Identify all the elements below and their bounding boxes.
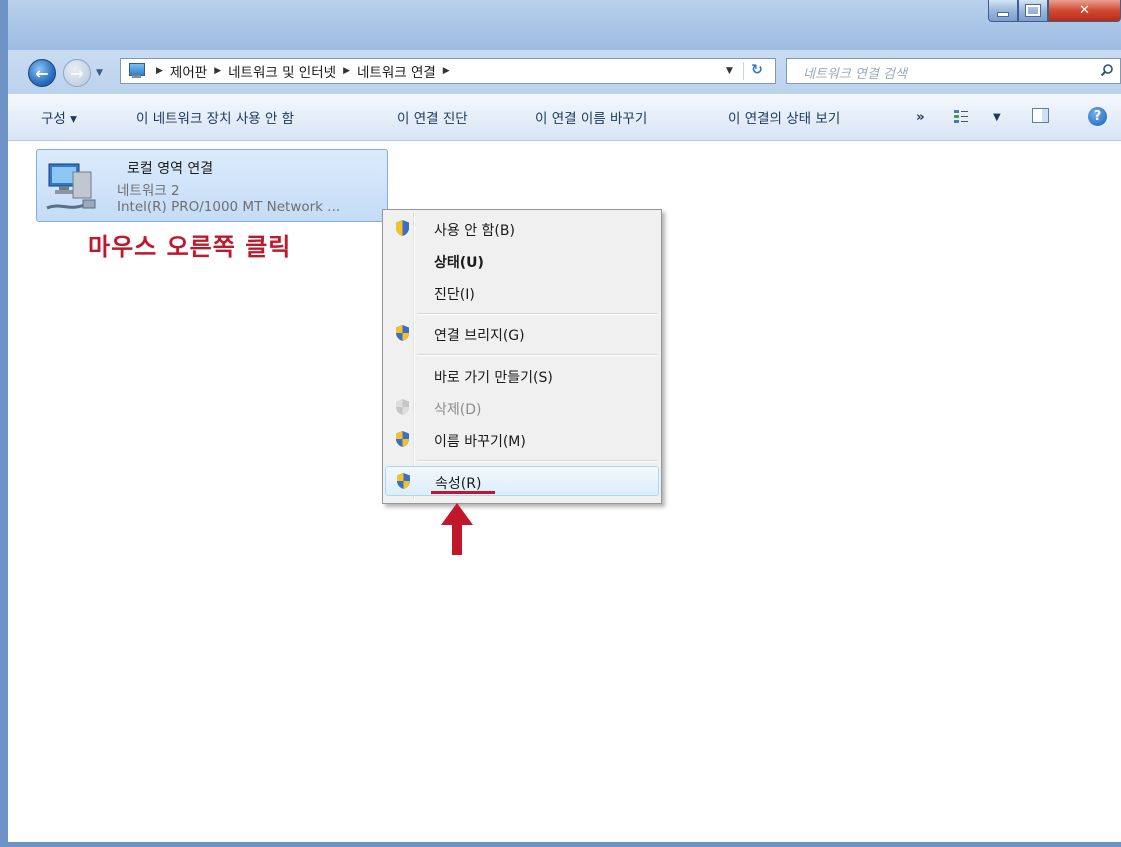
connection-adapter: Intel(R) PRO/1000 MT Network ... (117, 199, 341, 215)
forward-button[interactable]: → (63, 59, 91, 87)
refresh-icon[interactable]: ↻ (743, 62, 770, 80)
more-commands-button[interactable]: » (916, 109, 925, 125)
breadcrumb-separator-icon[interactable]: ▶ (343, 66, 350, 76)
navigation-row: ← → ▼ ▶ 제어판 ▶ 네트워크 및 인터넷 ▶ 네트워크 연결 ▶ ▼ ↻… (8, 50, 1121, 94)
maximize-icon (1026, 5, 1040, 16)
annotation-arrow-icon (441, 503, 473, 555)
menu-separator (417, 354, 657, 355)
connection-name: 로컬 영역 연결 (127, 161, 214, 177)
menu-item-label: 바로 가기 만들기(S) (434, 370, 553, 386)
breadcrumb-control-panel[interactable]: 제어판 (170, 61, 207, 81)
breadcrumb-network-internet[interactable]: 네트워크 및 인터넷 (228, 61, 336, 81)
explorer-window: ✕ ← → ▼ ▶ 제어판 ▶ 네트워크 및 인터넷 ▶ 네트워크 연결 ▶ ▼… (0, 0, 1121, 847)
menu-item-label: 연결 브리지(G) (434, 328, 525, 344)
forward-arrow-icon: → (70, 63, 84, 83)
menu-separator (417, 313, 657, 314)
menu-item-delete[interactable]: 삭제(D) (385, 393, 659, 421)
view-status-button[interactable]: 이 연결의 상태 보기 (728, 107, 840, 127)
menu-item-create-shortcut[interactable]: 바로 가기 만들기(S) (385, 361, 659, 389)
back-button[interactable]: ← (28, 59, 56, 87)
menu-item-label: 속성(R) (435, 476, 482, 492)
address-bar[interactable]: ▶ 제어판 ▶ 네트워크 및 인터넷 ▶ 네트워크 연결 ▶ ▼ ↻ (120, 58, 776, 84)
breadcrumb-network-connections[interactable]: 네트워크 연결 (357, 61, 436, 81)
help-icon[interactable]: ? (1088, 107, 1107, 126)
uac-shield-icon (396, 325, 409, 341)
disable-device-button[interactable]: 이 네트워크 장치 사용 안 함 (136, 107, 294, 127)
title-bar[interactable]: ✕ (8, 0, 1121, 50)
menu-item-label: 삭제(D) (434, 402, 482, 418)
uac-shield-icon (397, 473, 410, 489)
control-panel-icon (127, 62, 149, 80)
highlight-underline (431, 491, 495, 494)
menu-item-diagnose[interactable]: 진단(I) (385, 278, 659, 306)
menu-item-disable[interactable]: 사용 안 함(B) (385, 214, 659, 242)
close-icon: ✕ (1079, 3, 1090, 18)
minimize-button[interactable] (988, 0, 1018, 22)
close-button[interactable]: ✕ (1048, 0, 1121, 22)
menu-item-bridge[interactable]: 연결 브리지(G) (385, 319, 659, 347)
view-options-dropdown-icon[interactable]: ▼ (993, 112, 1001, 123)
menu-item-label: 상태(U) (434, 255, 484, 271)
back-arrow-icon: ← (35, 63, 49, 83)
menu-separator (417, 460, 657, 461)
organize-menu-button[interactable]: 구성 ▾ (41, 107, 77, 127)
menu-item-status[interactable]: 상태(U) (385, 246, 659, 274)
right-click-annotation: 마우스 오른쪽 클릭 (88, 233, 292, 261)
network-connection-item[interactable]: 로컬 영역 연결 네트워크 2 Intel(R) PRO/1000 MT Net… (36, 149, 388, 222)
menu-item-label: 사용 안 함(B) (434, 223, 515, 239)
uac-shield-icon (396, 220, 409, 236)
file-list-area[interactable]: 로컬 영역 연결 네트워크 2 Intel(R) PRO/1000 MT Net… (8, 141, 1121, 842)
maximize-button[interactable] (1018, 0, 1048, 22)
search-input[interactable]: 네트워크 연결 검색 (786, 58, 1121, 84)
menu-item-properties[interactable]: 속성(R) (385, 466, 659, 496)
diagnose-button[interactable]: 이 연결 진단 (397, 107, 468, 127)
connection-network: 네트워크 2 (117, 183, 180, 199)
uac-shield-icon (396, 431, 409, 447)
minimize-icon (997, 11, 1009, 17)
breadcrumb-separator-icon[interactable]: ▶ (443, 66, 450, 76)
rename-button[interactable]: 이 연결 이름 바꾸기 (535, 107, 647, 127)
address-history-dropdown-icon[interactable]: ▼ (726, 66, 733, 76)
search-icon[interactable] (1100, 63, 1114, 77)
search-placeholder: 네트워크 연결 검색 (803, 67, 907, 82)
preview-pane-icon[interactable] (1032, 108, 1049, 123)
network-adapter-icon (46, 163, 96, 210)
recent-pages-dropdown-icon[interactable]: ▼ (96, 68, 103, 78)
command-bar: 구성 ▾ 이 네트워크 장치 사용 안 함 이 연결 진단 이 연결 이름 바꾸… (8, 94, 1121, 141)
change-view-icon[interactable] (953, 109, 969, 125)
breadcrumb-separator-icon[interactable]: ▶ (156, 66, 163, 76)
menu-item-rename[interactable]: 이름 바꾸기(M) (385, 425, 659, 453)
uac-shield-icon (396, 399, 409, 415)
menu-item-label: 진단(I) (434, 287, 475, 303)
context-menu: 사용 안 함(B) 상태(U) 진단(I) 연결 브리지(G) 바로 가기 만들… (382, 209, 662, 504)
menu-item-label: 이름 바꾸기(M) (434, 434, 526, 450)
breadcrumb-separator-icon[interactable]: ▶ (214, 66, 221, 76)
